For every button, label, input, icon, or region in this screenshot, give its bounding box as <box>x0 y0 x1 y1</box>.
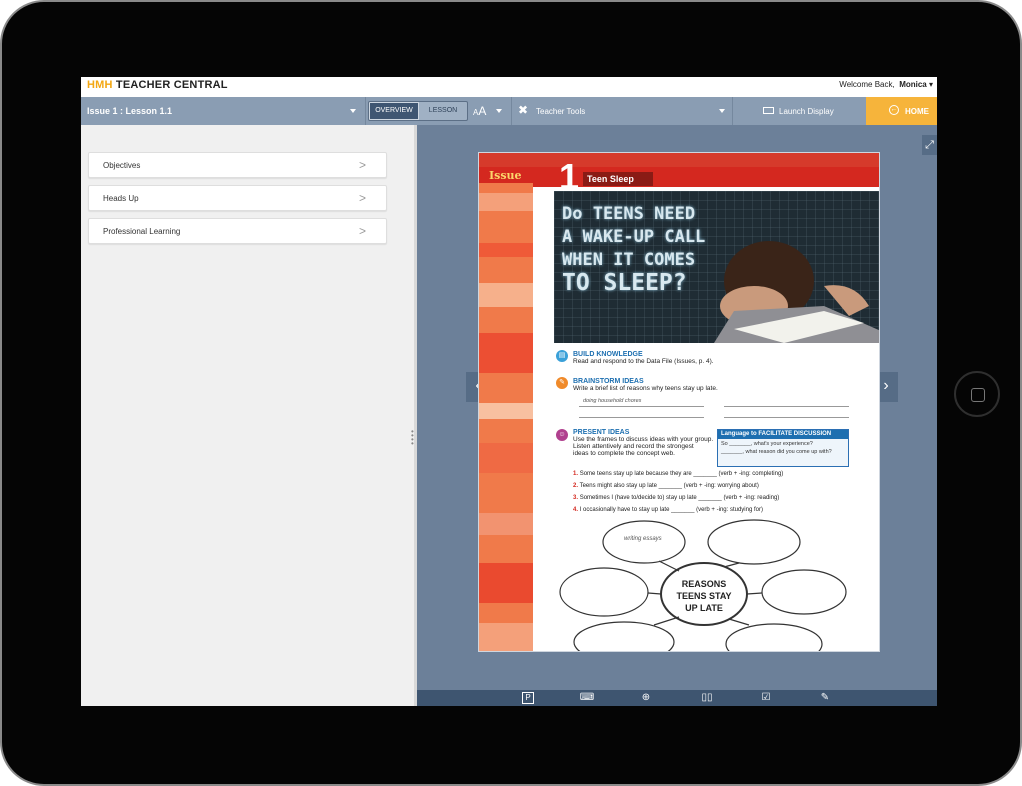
chevron-down-icon <box>350 109 356 113</box>
chevron-right-icon: > <box>358 224 366 238</box>
chevron-right-icon: > <box>358 191 366 205</box>
brainstorm-ideas: BRAINSTORM IDEAS Write a brief list of r… <box>573 378 718 392</box>
concept-web: writing essays REASONS TEENS STAY UP LAT… <box>559 519 847 651</box>
book-page: Issue 1 Teen Sleep Do TEENS NEED A WAKE-… <box>478 152 880 652</box>
keyboard-icon[interactable]: ⌨ <box>578 692 596 704</box>
chevron-down-icon: ▾ <box>928 80 933 89</box>
monitor-icon <box>763 107 774 114</box>
sentence-frame: 1. Some teens stay up late because they … <box>573 471 784 477</box>
issue-banner <box>479 167 879 187</box>
decorative-stripes <box>479 183 533 651</box>
zoom-icon[interactable]: ⊕ <box>640 692 652 704</box>
font-size-button[interactable]: AA <box>473 104 486 118</box>
sidebar-item-heads-up[interactable]: Heads Up > <box>88 185 387 211</box>
device-home-button[interactable] <box>954 371 1000 417</box>
brand-logo: HMH TEACHER CENTRAL <box>87 79 228 91</box>
headline: Do TEENS NEED A WAKE-UP CALL WHEN IT COM… <box>562 204 706 296</box>
book-icon: ▤ <box>556 350 568 362</box>
top-bar: HMH TEACHER CENTRAL Welcome Back, Monica… <box>81 77 937 97</box>
chevron-right-icon: > <box>358 158 366 172</box>
sentence-frame: 3. Sometimes I (have to/decide to) stay … <box>573 495 780 501</box>
teacher-tools-select[interactable]: ✖ Teacher Tools <box>511 97 733 125</box>
sidebar: Objectives > Heads Up > Professional Lea… <box>81 125 414 706</box>
chevron-down-icon <box>719 109 725 113</box>
lightbulb-icon: ✎ <box>556 377 568 389</box>
sidebar-item-professional-learning[interactable]: Professional Learning > <box>88 218 387 244</box>
nav-bar: Issue 1 : Lesson 1.1 OVERVIEW LESSON AA … <box>81 97 937 125</box>
lesson-select[interactable]: Issue 1 : Lesson 1.1 <box>81 97 366 125</box>
tab-overview[interactable]: OVERVIEW <box>369 102 419 120</box>
view-toggle: OVERVIEW LESSON <box>368 101 468 121</box>
annotate-icon[interactable]: ✎ <box>819 692 831 704</box>
launch-display-button[interactable]: Launch Display <box>732 97 865 125</box>
wrench-icon: ✖ <box>518 103 529 117</box>
language-box: Language to FACILITATE DISCUSSION So ___… <box>717 429 849 467</box>
two-page-icon[interactable]: ▯▯ <box>696 692 718 704</box>
home-icon: ← <box>889 105 899 115</box>
drag-handle-icon[interactable]: • • • • <box>411 428 414 448</box>
home-button[interactable]: ← HOME <box>866 97 937 125</box>
reader-toolbar: P ⌨ ⊕ ▯▯ ☑ ✎ <box>417 690 937 706</box>
web-center-line: REASONS <box>682 579 727 589</box>
build-knowledge: BUILD KNOWLEDGE Read and respond to the … <box>573 351 714 365</box>
app-screen: HMH TEACHER CENTRAL Welcome Back, Monica… <box>81 77 937 706</box>
hero-image: Do TEENS NEED A WAKE-UP CALL WHEN IT COM… <box>554 191 879 343</box>
people-icon: ☺ <box>556 429 568 441</box>
sentence-frame: 4. I occasionally have to stay up late _… <box>573 507 763 513</box>
sidebar-item-objectives[interactable]: Objectives > <box>88 152 387 178</box>
web-center-line: UP LATE <box>685 603 723 613</box>
checklist-icon[interactable]: ☑ <box>760 692 772 704</box>
reader-pane: ⤢ ‹ › Issue 1 Teen Sleep <box>417 125 937 690</box>
web-center-line: TEENS STAY <box>676 591 731 601</box>
sentence-frame: 2. Teens might also stay up late _______… <box>573 483 759 489</box>
present-ideas: PRESENT IDEAS Use the frames to discuss … <box>573 429 714 457</box>
expand-icon[interactable]: ⤢ <box>922 135 937 155</box>
welcome-user[interactable]: Welcome Back, Monica ▾ <box>839 80 933 89</box>
notes-icon[interactable]: P <box>522 692 534 704</box>
chevron-down-icon <box>496 109 502 113</box>
web-example-text: writing essays <box>624 536 662 542</box>
tab-lesson[interactable]: LESSON <box>419 102 467 120</box>
